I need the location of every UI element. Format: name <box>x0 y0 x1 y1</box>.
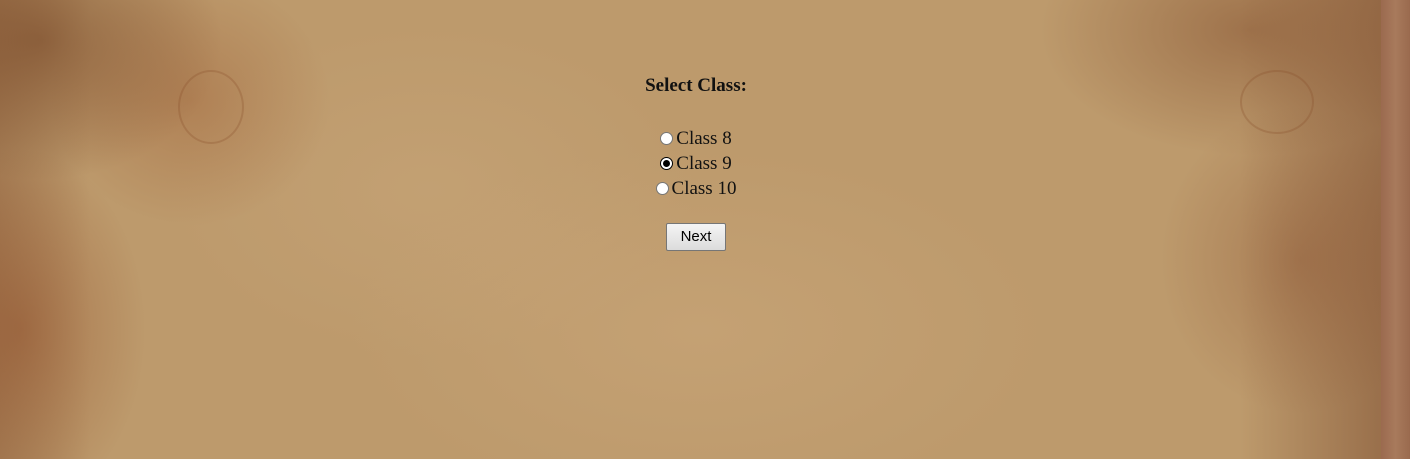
option-label: Class 8 <box>676 128 732 149</box>
option-class-8[interactable]: Class 8 <box>0 126 1392 151</box>
select-class-heading: Select Class: <box>645 75 747 96</box>
option-class-10[interactable]: Class 10 <box>0 176 1392 201</box>
radio-class-9[interactable] <box>660 157 674 170</box>
radio-class-8[interactable] <box>660 132 674 145</box>
class-radio-group: Class 8 Class 9 Class 10 <box>0 126 1392 201</box>
option-label: Class 9 <box>676 153 732 174</box>
option-label: Class 10 <box>671 178 737 199</box>
next-button[interactable]: Next <box>666 223 726 251</box>
option-class-9[interactable]: Class 9 <box>0 151 1392 176</box>
next-button-container: Next <box>0 223 1392 251</box>
radio-class-10[interactable] <box>655 182 669 195</box>
